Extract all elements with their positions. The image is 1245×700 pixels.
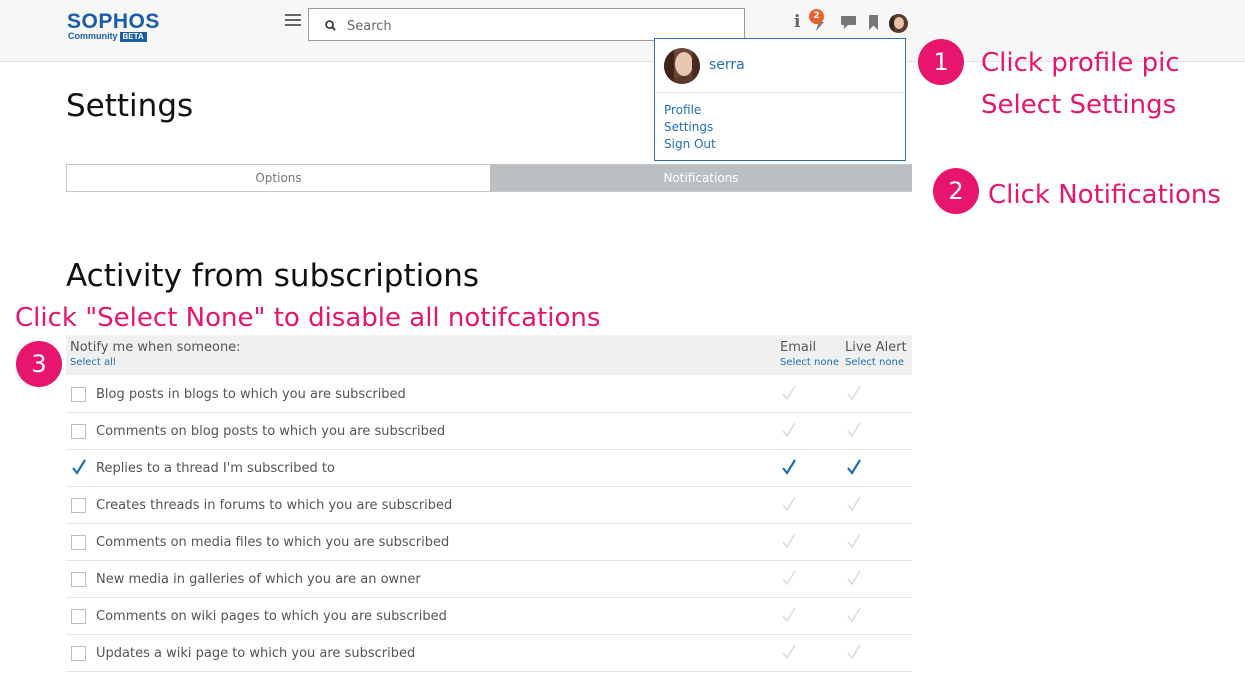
menu-item-profile[interactable]: Profile [664,103,701,117]
user-menu-header: serra [655,39,905,93]
row-checkbox[interactable] [71,424,86,439]
select-all-link[interactable]: Select all [70,357,116,368]
row-checkbox[interactable] [71,498,86,513]
live-alert-checkbox[interactable] [846,459,862,475]
tab-options[interactable]: Options [67,165,490,191]
table-row: Comments on media files to which you are… [66,524,912,561]
live-alert-checkbox[interactable] [846,570,862,586]
email-column-header: Email [780,340,817,355]
search-icon [325,20,336,31]
page-title: Settings [66,88,194,124]
row-checkbox[interactable] [71,535,86,550]
row-label: Comments on blog posts to which you are … [96,424,446,439]
search-input[interactable] [345,13,739,39]
notification-table-header: Notify me when someone: Select all Email… [66,335,912,375]
table-row: Replies to a thread I'm subscribed to [66,450,912,487]
row-checkbox[interactable] [71,609,86,624]
annotation-step1-circle: 1 [918,39,964,85]
email-checkbox[interactable] [781,422,797,438]
table-row: Creates threads in forums to which you a… [66,487,912,524]
live-alert-checkbox[interactable] [846,496,862,512]
section-title: Activity from subscriptions [66,258,480,294]
notify-header-label: Notify me when someone: [70,340,241,355]
table-row: New media in galleries of which you are … [66,561,912,598]
sophos-community-logo[interactable]: SOPHOS Community BETA [67,10,160,43]
row-checkbox[interactable] [71,387,86,402]
email-checkbox[interactable] [781,459,797,475]
email-select-none-link[interactable]: Select none [780,357,839,368]
live-alert-checkbox[interactable] [846,644,862,660]
row-label: Replies to a thread I'm subscribed to [96,461,335,476]
table-row: Comments on wiki pages to which you are … [66,598,912,635]
live-alert-select-none-link[interactable]: Select none [845,357,904,368]
row-label: Creates threads in forums to which you a… [96,498,453,513]
annotation-step2-circle: 2 [933,168,979,214]
profile-avatar[interactable] [889,14,908,33]
menu-item-sign-out[interactable]: Sign Out [664,137,716,151]
tab-notifications[interactable]: Notifications [490,165,912,191]
row-label: Comments on media files to which you are… [96,535,450,550]
user-avatar[interactable] [664,48,700,84]
bookmark-icon[interactable] [869,15,878,30]
row-checkbox[interactable] [71,646,86,661]
row-checkbox[interactable] [71,459,87,475]
annotation-step3-text: Click "Select None" to disable all notif… [15,303,601,333]
row-checkbox[interactable] [71,572,86,587]
logo-subtitle: Community BETA [68,31,147,42]
email-checkbox[interactable] [781,533,797,549]
email-checkbox[interactable] [781,644,797,660]
row-label: New media in galleries of which you are … [96,572,421,587]
live-alert-checkbox[interactable] [846,533,862,549]
table-row: Updates a wiki page to which you are sub… [66,635,912,672]
live-alert-checkbox[interactable] [846,607,862,623]
table-row: Blog posts in blogs to which you are sub… [66,376,912,413]
live-alert-checkbox[interactable] [846,422,862,438]
hamburger-menu-icon[interactable] [285,14,301,28]
search-box [308,8,745,41]
email-checkbox[interactable] [781,496,797,512]
user-name-link[interactable]: serra [709,57,745,73]
settings-tabs: Options Notifications [66,164,912,192]
annotation-step2-text: Click Notifications [988,180,1221,210]
annotation-step1-line1: Click profile pic [981,48,1180,78]
user-menu-dropdown: serra Profile Settings Sign Out [654,38,906,161]
menu-item-settings[interactable]: Settings [664,120,713,134]
logo-community: Community [68,31,118,41]
info-icon[interactable]: i [794,12,800,32]
email-checkbox[interactable] [781,570,797,586]
table-row: Comments on blog posts to which you are … [66,413,912,450]
annotation-step3-circle: 3 [16,341,62,387]
logo-beta-badge: BETA [119,32,147,42]
live-alert-checkbox[interactable] [846,385,862,401]
annotation-step1-line2: Select Settings [981,90,1177,120]
live-alert-column-header: Live Alert [845,340,907,355]
notification-count-badge: 2 [809,9,824,24]
email-checkbox[interactable] [781,607,797,623]
logo-text: SOPHOS [67,10,160,33]
chat-icon[interactable] [841,16,856,29]
row-label: Blog posts in blogs to which you are sub… [96,387,406,402]
row-label: Comments on wiki pages to which you are … [96,609,447,624]
row-label: Updates a wiki page to which you are sub… [96,646,416,661]
email-checkbox[interactable] [781,385,797,401]
